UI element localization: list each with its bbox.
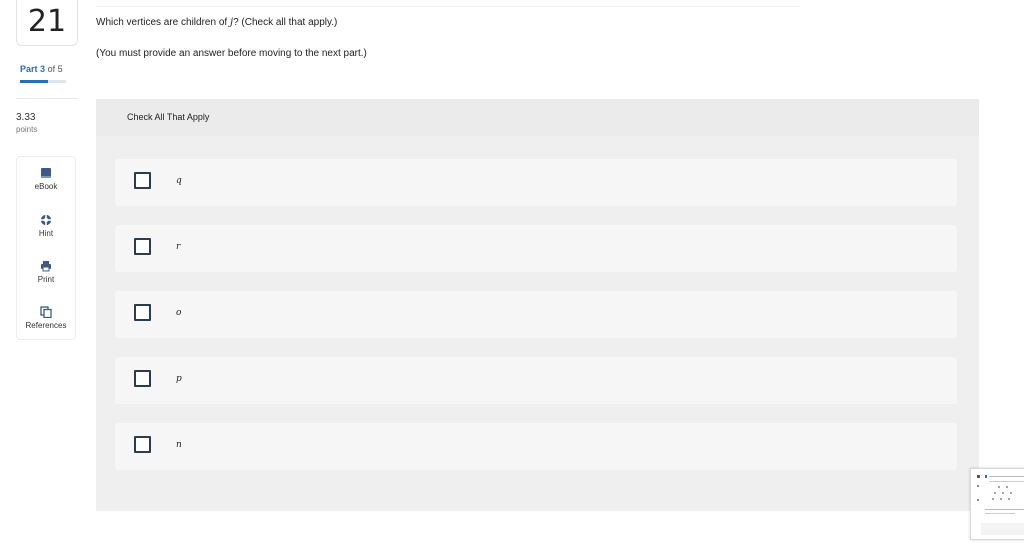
printer-icon [41, 261, 51, 272]
option-label: r [176, 242, 181, 252]
part-total: of 5 [47, 64, 63, 74]
tools-panel: eBook Hint Print References [16, 156, 76, 340]
page-preview-thumbnail[interactable] [970, 468, 1024, 540]
print-button[interactable]: Print [17, 260, 75, 284]
option-checkbox[interactable] [134, 238, 151, 255]
question-number: 21 [16, 0, 78, 46]
prompt-prefix: Which vertices are children of [96, 17, 230, 28]
answer-required-note: (You must provide an answer before movin… [96, 48, 367, 59]
part-current: 3 [40, 64, 46, 74]
option-checkbox[interactable] [134, 172, 151, 189]
prompt-suffix: ? (Check all that apply.) [233, 17, 338, 28]
option-checkbox[interactable] [134, 436, 151, 453]
points-unit: points [16, 125, 38, 134]
top-divider [96, 6, 800, 7]
part-progress-fill [20, 80, 48, 83]
sidebar-divider [16, 98, 78, 99]
references-label: References [25, 321, 67, 330]
answer-panel: Check All That Apply q r o p n [96, 99, 979, 511]
option-row[interactable]: o [115, 291, 957, 338]
part-progress-bar [20, 80, 66, 83]
print-label: Print [37, 275, 55, 284]
option-label: o [176, 308, 182, 318]
option-row[interactable]: q [115, 159, 957, 206]
option-row[interactable]: p [115, 357, 957, 404]
option-row[interactable]: n [115, 423, 957, 470]
option-checkbox[interactable] [134, 304, 151, 321]
question-prompt: Which vertices are children of j? (Check… [96, 17, 337, 28]
copy-icon [40, 306, 52, 318]
option-checkbox[interactable] [134, 370, 151, 387]
ebook-label: eBook [34, 182, 58, 191]
option-label: n [176, 440, 182, 450]
part-indicator: Part 3 of 5 [20, 64, 63, 74]
references-button[interactable]: References [17, 306, 75, 330]
lifebuoy-icon [40, 214, 52, 226]
hint-button[interactable]: Hint [17, 214, 75, 238]
points-value: 3.33 [16, 112, 36, 123]
panel-header: Check All That Apply [96, 99, 979, 136]
option-row[interactable]: r [115, 225, 957, 272]
part-prefix: Part [20, 64, 38, 74]
option-label: q [176, 176, 182, 186]
book-icon [41, 168, 51, 178]
panel-title: Check All That Apply [127, 112, 210, 122]
thumbnail-preview-graphic [977, 475, 1024, 535]
option-label: p [176, 374, 182, 384]
hint-label: Hint [38, 229, 54, 238]
ebook-button[interactable]: eBook [17, 167, 75, 191]
